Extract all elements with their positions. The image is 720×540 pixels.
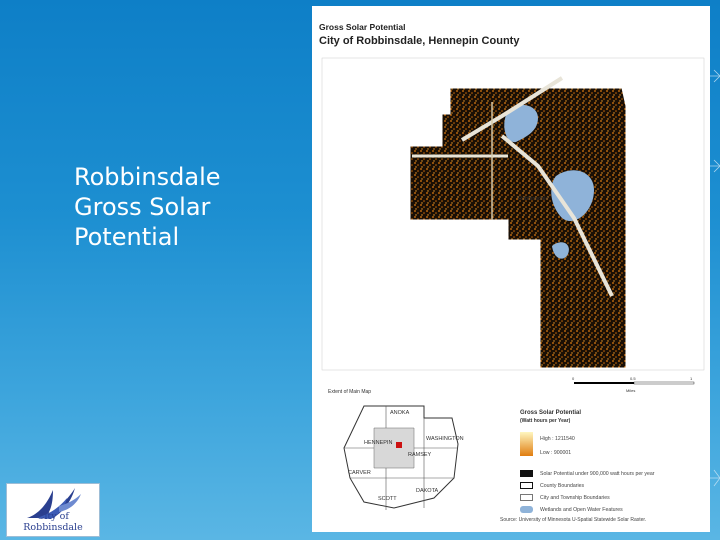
scale-label: 0.5 bbox=[630, 376, 636, 381]
slide-title: Robbinsdale Gross Solar Potential bbox=[74, 162, 294, 252]
inset-title: Extent of Main Map bbox=[328, 389, 372, 395]
legend-swatch bbox=[520, 506, 533, 513]
inset-label: HENNEPIN bbox=[364, 440, 392, 446]
city-label: Robbinsdale bbox=[518, 196, 549, 202]
legend-swatch bbox=[520, 470, 533, 477]
source-note: Source: University of Minnesota U-Spatia… bbox=[500, 517, 647, 523]
title-line: Gross Solar bbox=[74, 193, 211, 221]
legend-high: High : 1211540 bbox=[540, 436, 575, 442]
inset-label: DAKOTA bbox=[416, 488, 439, 494]
legend-item: County Boundaries bbox=[540, 483, 585, 489]
legend-item: Wetlands and Open Water Features bbox=[540, 507, 623, 513]
legend-subtitle: (Watt hours per Year) bbox=[520, 418, 571, 424]
city-logo: City of Robbinsdale bbox=[6, 483, 100, 537]
scale-label: 0 bbox=[572, 376, 575, 381]
legend-title: Gross Solar Potential bbox=[520, 410, 582, 416]
legend-item: City and Township Boundaries bbox=[540, 495, 610, 501]
title-line: Potential bbox=[74, 223, 180, 251]
scale-unit: Miles bbox=[626, 388, 636, 393]
title-line: Robbinsdale bbox=[74, 163, 221, 191]
inset-label: RAMSEY bbox=[408, 452, 432, 458]
inset-label: WASHINGTON bbox=[426, 436, 464, 442]
legend: Gross Solar Potential (Watt hours per Ye… bbox=[520, 410, 700, 513]
main-map: Robbinsdale bbox=[321, 57, 705, 371]
scale-bar bbox=[574, 381, 695, 385]
legend-item: Solar Potential under 900,000 watt hours… bbox=[540, 471, 655, 477]
inset-map: ANOKA HENNEPIN WASHINGTON SCOTT RAMSEY D… bbox=[343, 405, 464, 510]
snowflake-decoration bbox=[710, 69, 720, 487]
inset-label: ANOKA bbox=[390, 410, 410, 416]
inset-label: SCOTT bbox=[378, 496, 397, 502]
logo-text: City of Robbinsdale bbox=[23, 511, 83, 533]
legend-swatch bbox=[520, 494, 533, 501]
legend-gradient bbox=[520, 432, 533, 456]
legend-low: Low : 900001 bbox=[540, 450, 572, 456]
map-panel: Gross Solar Potential City of Robbinsdal… bbox=[312, 6, 710, 532]
inset-label: CARVER bbox=[348, 470, 371, 476]
scale-label: 1 bbox=[690, 376, 693, 381]
legend-swatch bbox=[520, 482, 533, 489]
